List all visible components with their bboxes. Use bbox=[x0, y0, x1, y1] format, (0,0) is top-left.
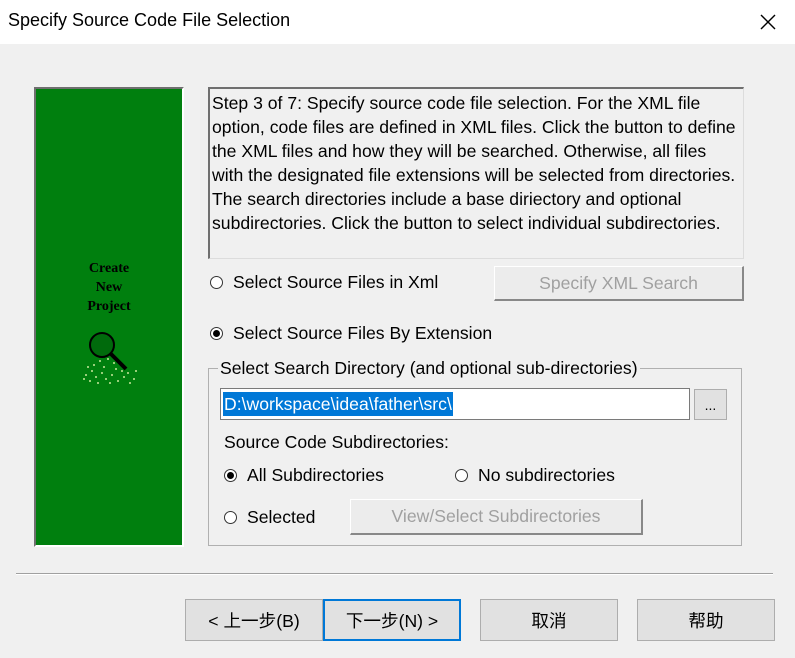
close-icon bbox=[760, 14, 776, 30]
radio-source-files-extension[interactable]: Select Source Files By Extension bbox=[210, 323, 492, 344]
radio-all-subdirectories[interactable]: All Subdirectories bbox=[224, 465, 384, 486]
radio-xml-label: Select Source Files in Xml bbox=[233, 272, 439, 292]
radio-no-subdirectories-label: No subdirectories bbox=[478, 465, 615, 485]
title-bar: Specify Source Code File Selection bbox=[0, 0, 795, 44]
step-description: Step 3 of 7: Specify source code file se… bbox=[208, 87, 744, 259]
search-directory-legend: Select Search Directory (and optional su… bbox=[218, 358, 640, 379]
magnifier-icon bbox=[83, 332, 137, 384]
banner-caption: Create New Project bbox=[36, 259, 182, 316]
radio-no-subdirectories[interactable]: No subdirectories bbox=[455, 465, 615, 486]
close-button[interactable] bbox=[751, 6, 785, 38]
specify-xml-search-button[interactable]: Specify XML Search bbox=[494, 266, 744, 301]
radio-no-subdirectories-indicator[interactable] bbox=[455, 469, 468, 482]
next-button[interactable]: 下一步(N) > bbox=[323, 599, 461, 641]
window-title: Specify Source Code File Selection bbox=[8, 10, 291, 30]
radio-selected-subdirectories[interactable]: Selected bbox=[224, 507, 315, 528]
radio-xml-indicator[interactable] bbox=[210, 276, 223, 289]
radio-selected-indicator[interactable] bbox=[224, 511, 237, 524]
search-directory-input[interactable]: D:\workspace\idea\father\src\ bbox=[220, 388, 690, 420]
subdirectories-heading: Source Code Subdirectories: bbox=[224, 432, 449, 452]
radio-all-subdirectories-label: All Subdirectories bbox=[247, 465, 384, 485]
banner-line-create: Create bbox=[88, 261, 130, 276]
view-select-subdirectories-button[interactable]: View/Select Subdirectories bbox=[350, 499, 643, 535]
radio-selected-label: Selected bbox=[247, 507, 316, 527]
footer-separator bbox=[16, 573, 773, 575]
radio-source-files-xml[interactable]: Select Source Files in Xml bbox=[210, 272, 438, 293]
back-button[interactable]: < 上一步(B) bbox=[185, 599, 323, 641]
banner-line-new: New bbox=[95, 280, 123, 295]
cancel-button[interactable]: 取消 bbox=[480, 599, 618, 641]
search-directory-value: D:\workspace\idea\father\src\ bbox=[223, 392, 453, 416]
radio-extension-indicator[interactable] bbox=[210, 327, 223, 340]
radio-extension-label: Select Source Files By Extension bbox=[233, 323, 493, 343]
wizard-banner: Create New Project bbox=[34, 87, 184, 547]
browse-button[interactable]: ... bbox=[694, 389, 727, 420]
banner-line-project: Project bbox=[87, 299, 131, 314]
radio-all-subdirectories-indicator[interactable] bbox=[224, 469, 237, 482]
help-button[interactable]: 帮助 bbox=[637, 599, 775, 641]
